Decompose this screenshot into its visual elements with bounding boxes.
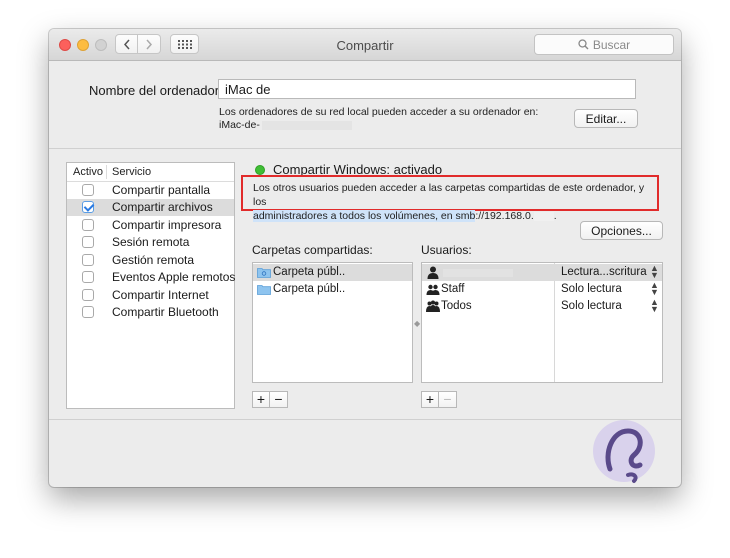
users-add-remove: + − bbox=[421, 391, 457, 408]
preferences-content: Nombre del ordenador: iMac de Los ordena… bbox=[49, 29, 681, 455]
watermark-logo-icon bbox=[593, 420, 655, 483]
shared-folders-label: Carpetas compartidas: bbox=[252, 243, 373, 257]
services-header: Activo Servicio bbox=[67, 163, 234, 182]
options-button[interactable]: Opciones... bbox=[580, 221, 663, 240]
redacted-hostname bbox=[261, 120, 352, 130]
address-line-2: iMac-de- bbox=[219, 119, 538, 132]
service-label: Compartir Internet bbox=[112, 287, 209, 302]
computer-name-label: Nombre del ordenador: bbox=[89, 83, 223, 98]
remove-user-button[interactable]: − bbox=[439, 391, 457, 408]
updown-chevron-icon[interactable]: ▲ ▼ bbox=[650, 264, 659, 280]
service-checkbox[interactable] bbox=[82, 236, 94, 248]
folders-add-remove: + − bbox=[252, 391, 288, 408]
address-hostname: iMac-de- bbox=[219, 119, 260, 131]
computer-name-field[interactable]: iMac de bbox=[218, 79, 636, 99]
redacted-user-name bbox=[443, 269, 513, 277]
updown-chevron-icon[interactable]: ▲ ▼ bbox=[650, 298, 659, 314]
service-row-gestion-remota[interactable]: Gestión remota bbox=[67, 252, 234, 269]
service-label: Compartir archivos bbox=[112, 200, 213, 214]
split-resize-handle[interactable]: ◆ bbox=[414, 319, 420, 328]
service-checkbox[interactable] bbox=[82, 271, 94, 283]
table-row[interactable]: Staff Solo lectura ▲ ▼ bbox=[422, 281, 662, 298]
service-row-compartir-bluetooth[interactable]: Compartir Bluetooth bbox=[67, 304, 234, 321]
folder-icon bbox=[257, 285, 271, 295]
service-label: Compartir pantalla bbox=[112, 183, 211, 197]
users-list: Lectura...scritura ▲ ▼ Staff Solo lectura… bbox=[421, 262, 663, 383]
list-item[interactable]: Carpeta públ.. bbox=[253, 281, 412, 298]
service-row-eventos-apple-remotos[interactable]: Eventos Apple remotos bbox=[67, 269, 236, 286]
section-divider bbox=[49, 148, 681, 149]
service-row-sesion-remota[interactable]: Sesión remota bbox=[67, 234, 234, 251]
user-name: Todos bbox=[441, 300, 472, 312]
user-name: Staff bbox=[441, 283, 465, 295]
column-header-service[interactable]: Servicio bbox=[112, 166, 151, 178]
add-folder-button[interactable]: + bbox=[252, 391, 270, 408]
add-user-button[interactable]: + bbox=[421, 391, 439, 408]
service-checkbox[interactable] bbox=[82, 253, 94, 266]
service-checkbox[interactable] bbox=[82, 306, 94, 318]
smb-info-box: Los otros usuarios pueden acceder a las … bbox=[241, 175, 659, 222]
permission-popup[interactable]: Solo lectura bbox=[561, 300, 622, 312]
service-checkbox[interactable] bbox=[82, 288, 94, 301]
service-label: Sesión remota bbox=[112, 235, 190, 249]
permission-popup[interactable]: Solo lectura bbox=[561, 283, 622, 295]
computer-address-description: Los ordenadores de su red local pueden a… bbox=[219, 106, 538, 132]
user-icon bbox=[427, 266, 439, 279]
remove-folder-button[interactable]: − bbox=[270, 391, 288, 408]
info-highlighted-text: administradores a todos los volúmenes, e… bbox=[253, 210, 476, 222]
service-label: Compartir Bluetooth bbox=[112, 305, 219, 319]
info-ip-address: ://192.168.0. bbox=[475, 210, 534, 222]
service-checkbox[interactable] bbox=[82, 201, 94, 213]
service-row-compartir-archivos[interactable]: Compartir archivos bbox=[67, 199, 234, 216]
users-label: Usuarios: bbox=[421, 243, 472, 257]
service-row-compartir-impresora[interactable]: Compartir impresora bbox=[67, 217, 234, 234]
updown-chevron-icon[interactable]: ▲ ▼ bbox=[650, 281, 659, 297]
shared-folders-list: Carpeta públ.. Carpeta públ.. bbox=[252, 262, 413, 383]
service-checkbox[interactable] bbox=[82, 218, 94, 231]
service-label: Eventos Apple remotos bbox=[112, 270, 236, 284]
service-row-compartir-internet[interactable]: Compartir Internet bbox=[67, 287, 234, 304]
permission-popup[interactable]: Lectura...scritura bbox=[561, 266, 647, 278]
info-line-1: Los otros usuarios pueden acceder a las … bbox=[253, 182, 645, 208]
column-header-active[interactable]: Activo bbox=[73, 166, 103, 178]
services-list: Activo Servicio Compartir pantalla Compa… bbox=[66, 162, 235, 409]
list-item[interactable]: Carpeta públ.. bbox=[253, 264, 412, 281]
group-icon bbox=[426, 284, 440, 295]
service-label: Compartir impresora bbox=[112, 217, 222, 232]
table-row[interactable]: Todos Solo lectura ▲ ▼ bbox=[422, 298, 662, 315]
column-separator bbox=[106, 165, 107, 179]
folder-name: Carpeta públ.. bbox=[273, 283, 346, 295]
address-line-1: Los ordenadores de su red local pueden a… bbox=[219, 106, 539, 118]
service-label: Gestión remota bbox=[112, 252, 195, 267]
folder-name: Carpeta públ.. bbox=[273, 266, 346, 278]
info-line-end: . bbox=[553, 210, 557, 222]
service-checkbox[interactable] bbox=[82, 184, 94, 196]
service-row-compartir-pantalla[interactable]: Compartir pantalla bbox=[67, 182, 234, 199]
everyone-icon bbox=[426, 300, 440, 312]
table-row[interactable]: Lectura...scritura ▲ ▼ bbox=[422, 264, 662, 281]
edit-button[interactable]: Editar... bbox=[574, 109, 638, 128]
status-indicator-icon bbox=[255, 165, 265, 175]
public-folder-icon bbox=[257, 268, 271, 278]
redacted-ip bbox=[533, 211, 554, 221]
